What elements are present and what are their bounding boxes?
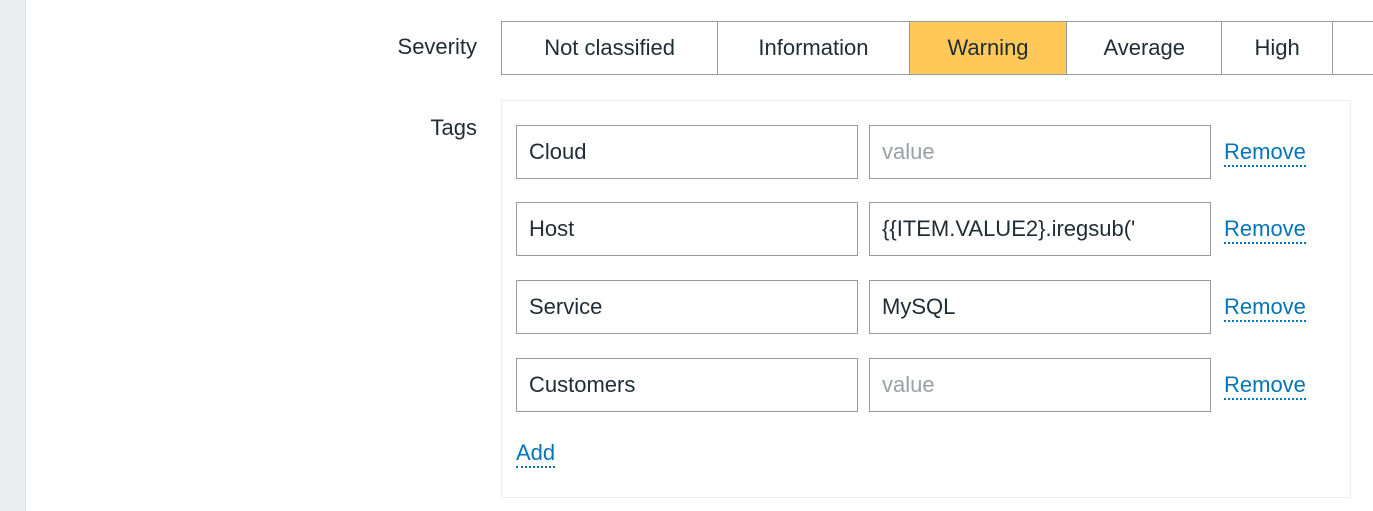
tags-panel: Cloud value Remove Host {{ITEM.VALUE2}.i… — [501, 100, 1351, 498]
tag-value-input[interactable]: MySQL — [869, 280, 1211, 334]
tag-remove-link[interactable]: Remove — [1224, 139, 1306, 167]
severity-label: Severity — [397, 34, 477, 59]
severity-selector: Not classified Information Warning Avera… — [501, 21, 1373, 75]
tag-value-input[interactable]: value — [869, 358, 1211, 412]
tags-label: Tags — [430, 115, 477, 140]
tag-value-input[interactable]: value — [869, 125, 1211, 179]
severity-not-classified-button[interactable]: Not classified — [502, 22, 719, 74]
tag-remove-link[interactable]: Remove — [1224, 372, 1306, 400]
left-sidebar-strip — [0, 0, 26, 511]
tag-name-input[interactable]: Service — [516, 280, 858, 334]
severity-information-button[interactable]: Information — [718, 22, 910, 74]
add-tag-link[interactable]: Add — [516, 440, 556, 468]
tag-remove-link[interactable]: Remove — [1224, 294, 1306, 322]
tag-value-input[interactable]: {{ITEM.VALUE2}.iregsub(' — [869, 202, 1211, 256]
severity-disaster-button[interactable] — [1333, 22, 1373, 74]
tag-name-input[interactable]: Customers — [516, 358, 858, 412]
severity-warning-button[interactable]: Warning — [909, 22, 1068, 74]
severity-average-button[interactable]: Average — [1067, 22, 1223, 74]
severity-high-button[interactable]: High — [1222, 22, 1334, 74]
tag-remove-link[interactable]: Remove — [1224, 216, 1306, 244]
tag-name-input[interactable]: Cloud — [516, 125, 858, 179]
tag-name-input[interactable]: Host — [516, 202, 858, 256]
